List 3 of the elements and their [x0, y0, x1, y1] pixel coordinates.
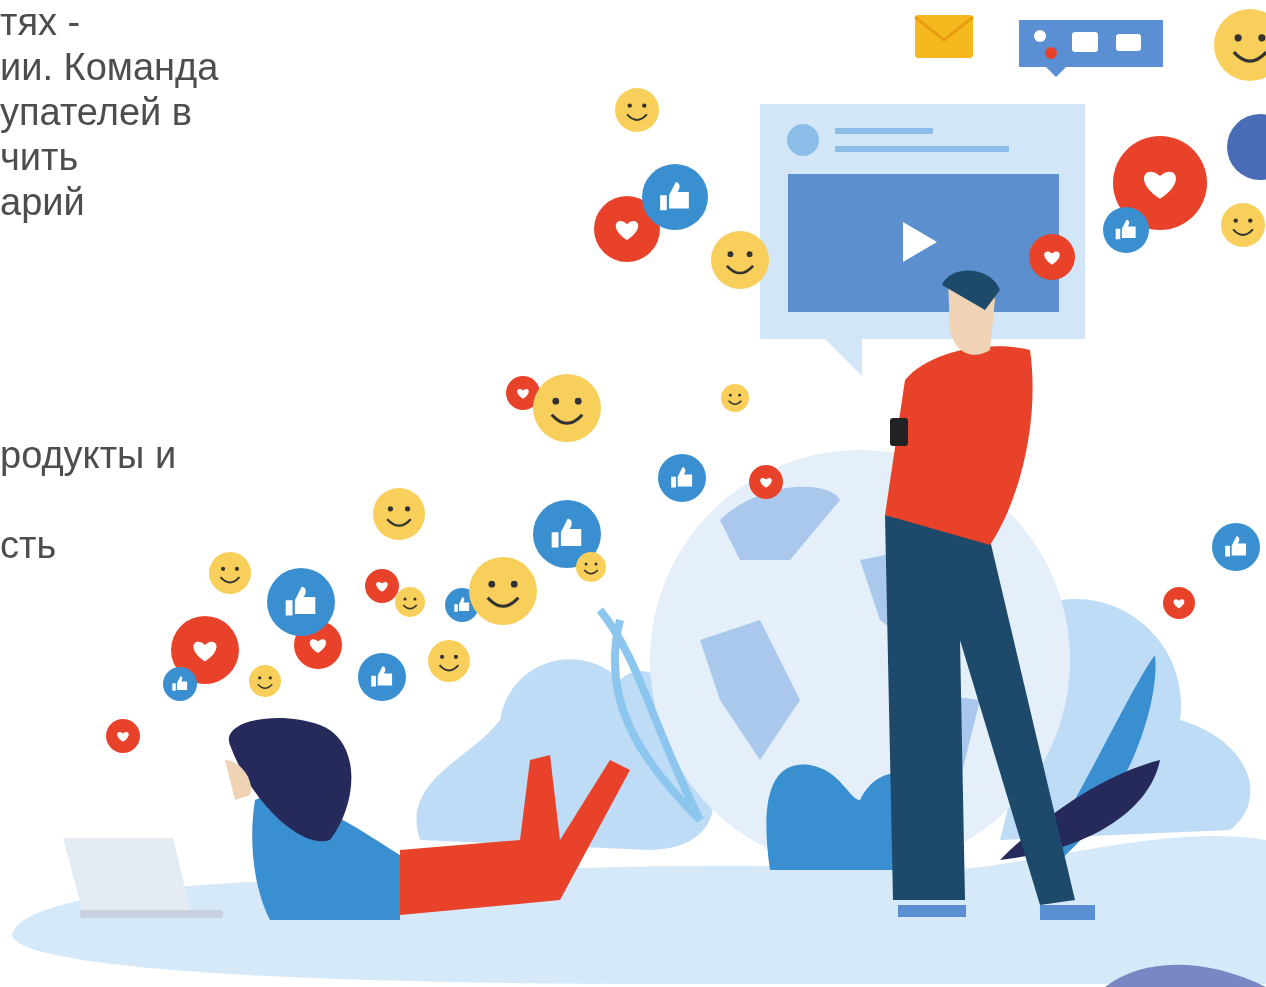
paragraph-text: тях - ии. Команда упателей в чить арий: [0, 0, 219, 225]
paragraph-text: сть: [0, 523, 58, 568]
paragraph-text: родукты и: [0, 433, 178, 478]
